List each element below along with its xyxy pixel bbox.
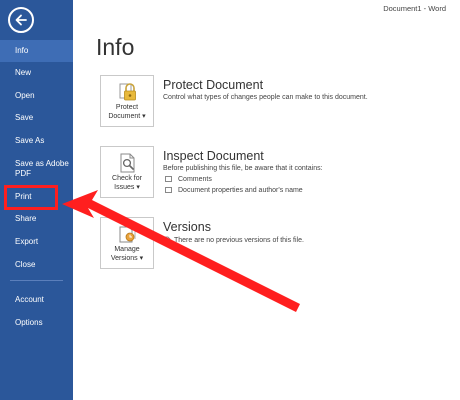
- annotation-arrow-shape: [62, 190, 300, 312]
- annotation-arrow: [62, 190, 300, 312]
